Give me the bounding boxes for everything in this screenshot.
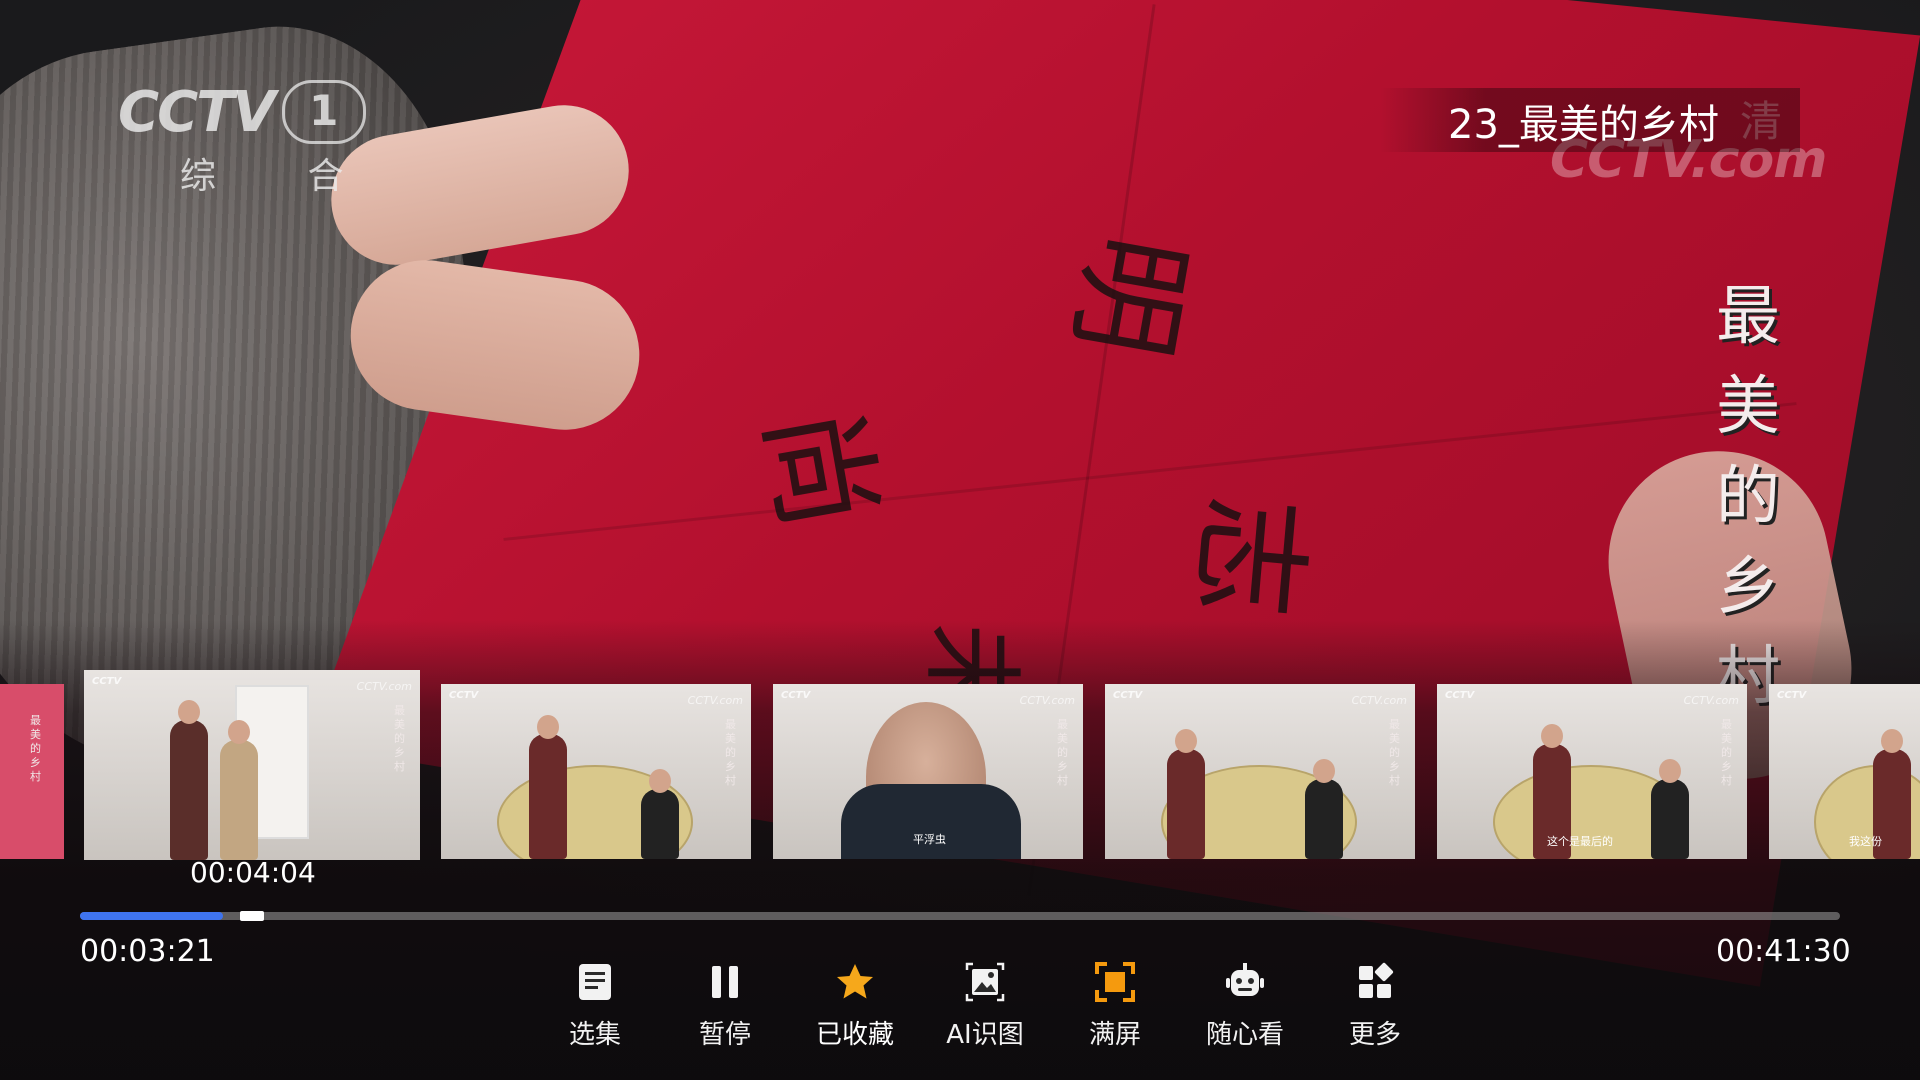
thumbnail[interactable]: CCTV CCTV.com 最美的乡村 (441, 684, 751, 859)
thumbnail-watermark: CCTV.com (687, 694, 743, 707)
robot-icon (1226, 963, 1264, 996)
thumbnail-title: 最美的乡村 (394, 704, 405, 773)
progress-handle[interactable] (240, 911, 265, 921)
thumbnail-logo: CCTV (92, 676, 122, 687)
progress-bar[interactable] (80, 911, 1840, 921)
thumbnail-watermark: CCTV.com (1019, 694, 1075, 707)
list-icon (579, 964, 611, 1000)
thumbnail-subtitle: 我这份 (1849, 835, 1882, 848)
pause-icon (712, 966, 738, 998)
thumbnail-title: 最美的乡村 (1389, 718, 1400, 787)
fullscreen-icon (1095, 962, 1135, 1002)
ai-image-label: AI识图 (946, 1020, 1024, 1050)
thumbnail-person (1305, 779, 1343, 859)
thumbnail-logo: CCTV (1113, 690, 1143, 701)
progress-fill (80, 912, 223, 920)
thumbnail-title: 最美的乡村 (1721, 718, 1732, 787)
random-watch-button[interactable]: 随心看 (1180, 955, 1310, 1065)
total-time: 00:41:30 (1716, 934, 1851, 969)
thumbnail-person (220, 740, 258, 860)
thumbnail-jacket (841, 784, 1022, 859)
thumbnail-title: 最美的乡村 (725, 718, 736, 787)
current-time: 00:03:21 (80, 934, 215, 969)
thumbnail-person (1167, 749, 1205, 859)
calligraphy-char: 志 (1174, 490, 1324, 622)
thumbnail-logo: CCTV (781, 690, 811, 701)
ai-image-icon (965, 962, 1005, 1002)
thumbnail-head (1659, 759, 1681, 783)
grid-icon (1359, 962, 1394, 998)
thumbnail[interactable]: CCTV CCTV.com 最美的乡村 这个是最后的 (1437, 684, 1747, 859)
thumbnail-title: 最美的乡村 (30, 714, 41, 783)
thumbnail-person (529, 734, 567, 859)
thumbnail-logo: CCTV (449, 690, 479, 701)
channel-logo: CCTV 1 综 合 (118, 80, 383, 199)
thumbnail[interactable]: CCTV 我这份 (1769, 684, 1920, 859)
episodes-button[interactable]: 选集 (530, 955, 660, 1065)
thumbnail-person (1651, 779, 1689, 859)
thumbnail-strip[interactable]: 最美的乡村 CCTV CCTV.com 最美的乡村 CCTV CCTV.com … (0, 670, 1920, 870)
pause-label: 暂停 (698, 1020, 751, 1050)
ai-image-button[interactable]: AI识图 (920, 955, 1050, 1065)
thumbnail[interactable]: CCTV CCTV.com 最美的乡村 平浮虫 (773, 684, 1083, 859)
thumbnail-head (1175, 729, 1197, 753)
thumbnail-logo: CCTV (1777, 690, 1807, 701)
thumbnail-watermark: CCTV.com (356, 680, 412, 693)
thumbnail-watermark: CCTV.com (1351, 694, 1407, 707)
thumbnail-active[interactable]: CCTV CCTV.com 最美的乡村 (84, 670, 420, 860)
favorite-button[interactable]: 已收藏 (790, 955, 920, 1065)
thumbnail-head (649, 769, 671, 793)
thumbnail[interactable]: 最美的乡村 (0, 684, 64, 859)
thumbnail-head (1313, 759, 1335, 783)
random-watch-label: 随心看 (1205, 1020, 1284, 1050)
thumbnail-person (641, 789, 679, 859)
channel-sub: 综 合 (180, 156, 384, 197)
thumbnail-head (178, 700, 200, 724)
favorite-label: 已收藏 (815, 1020, 894, 1050)
thumbnail-subtitle: 这个是最后的 (1547, 835, 1613, 848)
channel-number: 1 (281, 80, 366, 144)
thumbnail-title: 最美的乡村 (1057, 718, 1068, 787)
thumbnail-watermark: CCTV.com (1683, 694, 1739, 707)
thumbnail-head (537, 715, 559, 739)
fullscreen-label: 满屏 (1088, 1020, 1141, 1050)
control-bar: 选集 暂停 已收藏 AI识图 满屏 随心看 更多 (530, 955, 1440, 1065)
thumbnail[interactable]: CCTV CCTV.com 最美的乡村 (1105, 684, 1415, 859)
fullscreen-button[interactable]: 满屏 (1050, 955, 1180, 1065)
more-button[interactable]: 更多 (1310, 955, 1440, 1065)
thumbnail-person (170, 720, 208, 860)
thumbnail-preview-time: 00:04:04 (190, 856, 316, 889)
star-icon (837, 964, 873, 999)
thumbnail-head (228, 720, 250, 744)
thumbnail-logo: CCTV (1445, 690, 1475, 701)
channel-brand: CCTV (118, 80, 276, 145)
episode-title: 23_最美的乡村 (1448, 102, 1719, 148)
thumbnail-subtitle: 平浮虫 (913, 833, 946, 846)
episodes-label: 选集 (568, 1020, 621, 1050)
pause-button[interactable]: 暂停 (660, 955, 790, 1065)
thumbnail-head (1881, 729, 1903, 753)
more-label: 更多 (1348, 1020, 1401, 1050)
thumbnail-head (1541, 724, 1563, 748)
